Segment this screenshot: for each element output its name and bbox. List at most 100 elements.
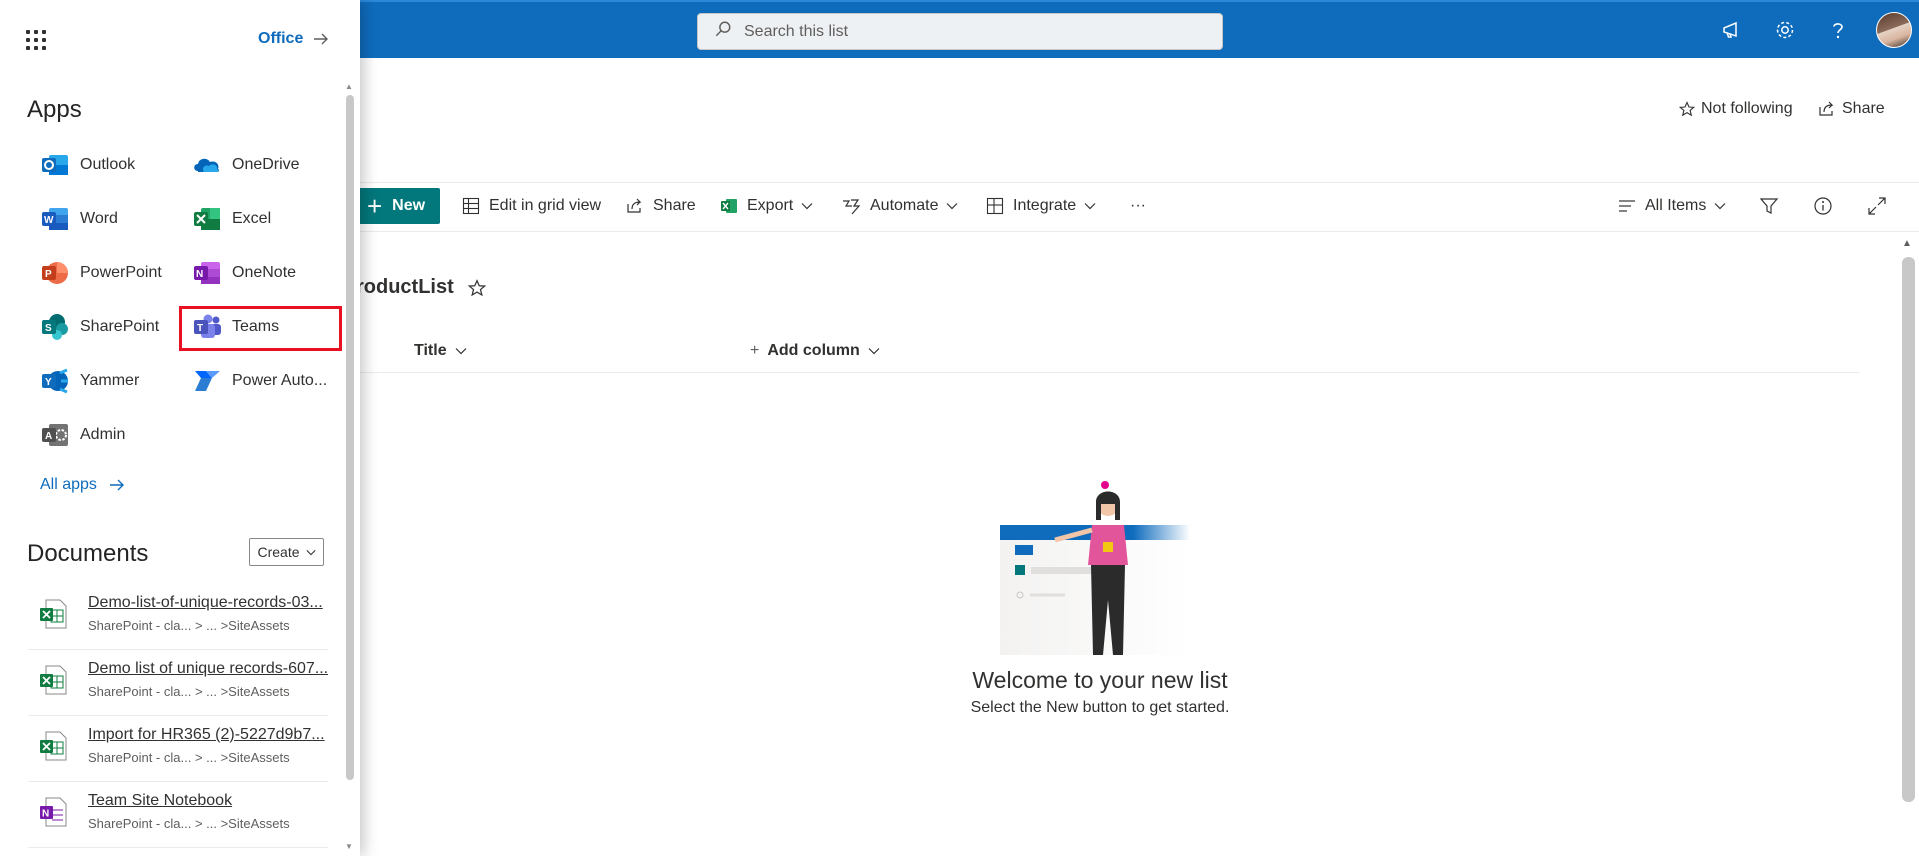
app-excel[interactable]: Excel bbox=[192, 202, 271, 236]
scroll-down-icon[interactable]: ▼ bbox=[345, 842, 353, 851]
filter-button[interactable] bbox=[1759, 193, 1788, 219]
chevron-down-icon bbox=[455, 348, 467, 355]
app-admin[interactable]: A Admin bbox=[40, 418, 125, 452]
plus-icon: + bbox=[366, 191, 383, 221]
panel-scrollbar-thumb[interactable] bbox=[346, 95, 354, 780]
app-launcher-panel: Office Apps Outlook OneDrive W Word Exce… bbox=[0, 0, 360, 856]
app-onedrive[interactable]: OneDrive bbox=[192, 148, 300, 182]
app-label: Power Auto... bbox=[232, 372, 328, 389]
office-link[interactable]: Office bbox=[258, 30, 329, 48]
search-placeholder[interactable]: Search this list bbox=[744, 23, 848, 41]
search-icon bbox=[714, 20, 732, 43]
filter-icon bbox=[1759, 198, 1779, 214]
new-button[interactable]: + New bbox=[352, 188, 440, 224]
document-path: SharePoint - cla... > ... >SiteAssets bbox=[88, 684, 290, 699]
search-box[interactable]: Search this list bbox=[697, 13, 1223, 50]
create-label: Create bbox=[257, 544, 300, 560]
share-icon bbox=[1819, 101, 1834, 116]
chevron-down-icon bbox=[947, 203, 958, 210]
document-item[interactable]: N Team Site Notebook SharePoint - cla...… bbox=[28, 782, 328, 848]
add-column-button[interactable]: + Add column bbox=[750, 340, 880, 362]
document-item[interactable]: Import for HR365 (2)-5227d9b7... SharePo… bbox=[28, 716, 328, 782]
app-sharepoint[interactable]: S SharePoint bbox=[40, 310, 159, 344]
document-path: SharePoint - cla... > ... >SiteAssets bbox=[88, 750, 290, 765]
document-path: SharePoint - cla... > ... >SiteAssets bbox=[88, 618, 290, 633]
integrate-icon bbox=[986, 197, 1004, 215]
arrow-right-icon bbox=[314, 33, 329, 45]
document-name[interactable]: Team Site Notebook bbox=[88, 792, 328, 810]
more-options-button[interactable]: ··· bbox=[1130, 193, 1146, 219]
svg-text:N: N bbox=[196, 269, 203, 280]
integrate-button[interactable]: Integrate bbox=[986, 193, 1096, 219]
follow-button[interactable]: Not following bbox=[1679, 100, 1793, 118]
favorite-star-icon[interactable] bbox=[467, 278, 486, 297]
share-command-button[interactable]: Share bbox=[626, 193, 696, 219]
onenote-icon: N bbox=[194, 262, 220, 284]
empty-state-subtext: Select the New button to get started. bbox=[970, 699, 1230, 716]
app-label: Admin bbox=[80, 426, 126, 443]
document-name[interactable]: Demo list of unique records-607... bbox=[88, 660, 328, 678]
app-powerpoint[interactable]: P PowerPoint bbox=[40, 256, 162, 290]
expand-icon bbox=[1868, 197, 1886, 215]
automate-button[interactable]: Automate bbox=[841, 193, 958, 219]
chevron-down-icon bbox=[305, 549, 316, 555]
document-name[interactable]: Demo-list-of-unique-records-03... bbox=[88, 594, 328, 612]
excel-file-icon bbox=[40, 665, 67, 695]
admin-icon: A bbox=[42, 424, 68, 446]
column-header-title[interactable]: Title bbox=[414, 340, 467, 362]
app-label: Excel bbox=[232, 210, 272, 227]
panel-scrollbar[interactable]: ▲ ▼ bbox=[343, 80, 357, 856]
export-button[interactable]: Export bbox=[720, 193, 813, 219]
edit-grid-button[interactable]: Edit in grid view bbox=[462, 193, 601, 219]
yammer-icon: Y bbox=[42, 368, 68, 394]
app-word[interactable]: W Word bbox=[40, 202, 118, 236]
scroll-up-icon[interactable]: ▲ bbox=[345, 82, 353, 91]
integrate-label: Integrate bbox=[1013, 197, 1077, 214]
app-power-automate[interactable]: Power Auto... bbox=[192, 364, 327, 398]
main-scrollbar-thumb[interactable] bbox=[1902, 257, 1915, 802]
main-scrollbar[interactable]: ▲ bbox=[1898, 232, 1919, 856]
create-button[interactable]: Create bbox=[249, 538, 324, 566]
grid-icon bbox=[462, 197, 480, 215]
document-item[interactable]: Demo list of unique records-607... Share… bbox=[28, 650, 328, 716]
document-item[interactable]: Demo-list-of-unique-records-03... ShareP… bbox=[28, 584, 328, 650]
chevron-down-icon bbox=[868, 348, 880, 355]
chevron-down-icon bbox=[1714, 203, 1726, 210]
apps-title: Apps bbox=[27, 96, 82, 123]
expand-button[interactable] bbox=[1867, 193, 1896, 219]
app-label: Yammer bbox=[80, 372, 140, 389]
add-column-label: Add column bbox=[767, 342, 860, 359]
list-title-text: roductList bbox=[356, 276, 454, 298]
plus-icon: + bbox=[750, 342, 760, 359]
excel-file-icon bbox=[40, 731, 67, 761]
app-launcher-icon[interactable] bbox=[26, 30, 46, 50]
scroll-up-icon[interactable]: ▲ bbox=[1902, 238, 1912, 249]
chevron-down-icon bbox=[801, 203, 813, 210]
app-onenote[interactable]: N OneNote bbox=[192, 256, 296, 290]
documents-title: Documents bbox=[27, 540, 149, 567]
list-title: roductList bbox=[356, 276, 486, 299]
app-label: SharePoint bbox=[80, 318, 160, 335]
sharepoint-page: Search this list Not following Share + N… bbox=[0, 0, 1919, 856]
app-yammer[interactable]: Y Yammer bbox=[40, 364, 139, 398]
view-label: All Items bbox=[1645, 197, 1707, 214]
document-path: SharePoint - cla... > ... >SiteAssets bbox=[88, 816, 290, 831]
document-name[interactable]: Import for HR365 (2)-5227d9b7... bbox=[88, 726, 328, 744]
gear-icon[interactable] bbox=[1771, 16, 1799, 44]
share-header-button[interactable]: Share bbox=[1818, 100, 1885, 118]
excel-icon bbox=[721, 199, 737, 213]
info-button[interactable] bbox=[1813, 193, 1842, 219]
info-icon bbox=[1814, 197, 1832, 215]
app-label: Outlook bbox=[80, 156, 136, 173]
star-icon bbox=[1679, 101, 1695, 117]
view-switcher[interactable]: All Items bbox=[1618, 193, 1726, 219]
teams-highlight-box bbox=[179, 306, 342, 351]
office-link-label: Office bbox=[258, 30, 304, 47]
onedrive-icon bbox=[194, 158, 220, 172]
help-icon[interactable] bbox=[1824, 16, 1852, 44]
excel-file-icon bbox=[40, 599, 67, 629]
all-apps-link[interactable]: All apps bbox=[40, 476, 125, 494]
app-outlook[interactable]: Outlook bbox=[40, 148, 135, 182]
megaphone-icon[interactable] bbox=[1718, 16, 1746, 44]
avatar[interactable] bbox=[1876, 12, 1912, 48]
